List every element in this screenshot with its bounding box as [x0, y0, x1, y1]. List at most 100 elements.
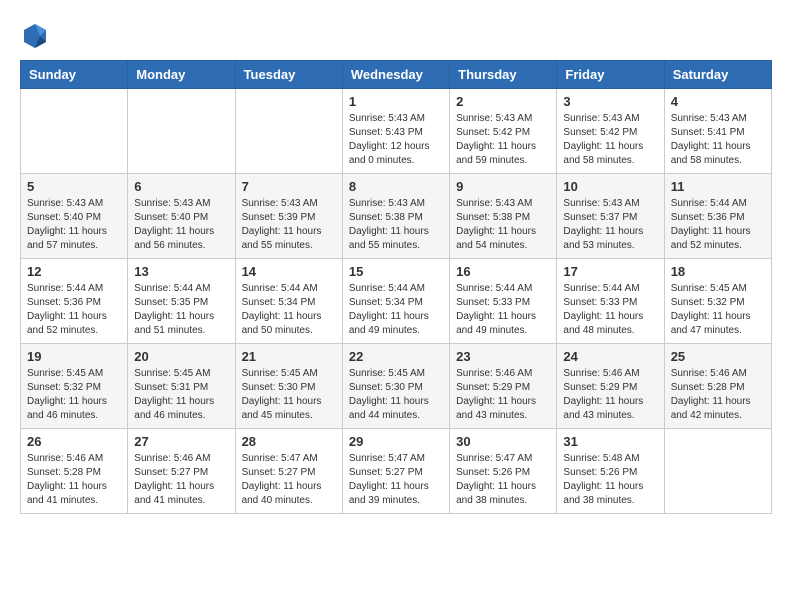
day-info: Sunrise: 5:46 AM Sunset: 5:29 PM Dayligh… — [563, 367, 657, 423]
day-info: Sunrise: 5:43 AM Sunset: 5:43 PM Dayligh… — [349, 112, 443, 168]
day-number: 24 — [563, 349, 657, 364]
calendar-cell — [128, 89, 235, 174]
calendar-cell: 10 Sunrise: 5:43 AM Sunset: 5:37 PM Dayli… — [557, 174, 664, 259]
day-info: Sunrise: 5:43 AM Sunset: 5:40 PM Dayligh… — [27, 197, 121, 253]
day-number: 28 — [242, 434, 336, 449]
calendar-cell: 23 Sunrise: 5:46 AM Sunset: 5:29 PM Dayli… — [450, 344, 557, 429]
calendar-cell: 17 Sunrise: 5:44 AM Sunset: 5:33 PM Dayli… — [557, 259, 664, 344]
day-info: Sunrise: 5:48 AM Sunset: 5:26 PM Dayligh… — [563, 452, 657, 508]
day-info: Sunrise: 5:46 AM Sunset: 5:27 PM Dayligh… — [134, 452, 228, 508]
calendar-cell — [21, 89, 128, 174]
logo-icon — [20, 20, 50, 50]
weekday-header: Tuesday — [235, 61, 342, 89]
calendar-cell: 16 Sunrise: 5:44 AM Sunset: 5:33 PM Dayli… — [450, 259, 557, 344]
weekday-header: Monday — [128, 61, 235, 89]
day-number: 10 — [563, 179, 657, 194]
calendar-week-row: 19Sunrise: 5:45 AM Sunset: 5:32 PM Dayli… — [21, 344, 772, 429]
day-info: Sunrise: 5:44 AM Sunset: 5:36 PM Dayligh… — [671, 197, 765, 253]
calendar-cell: 22Sunrise: 5:45 AM Sunset: 5:30 PM Dayli… — [342, 344, 449, 429]
calendar-cell: 3 Sunrise: 5:43 AM Sunset: 5:42 PM Daylig… — [557, 89, 664, 174]
day-info: Sunrise: 5:44 AM Sunset: 5:33 PM Dayligh… — [456, 282, 550, 338]
day-number: 2 — [456, 94, 550, 109]
day-number: 13 — [134, 264, 228, 279]
calendar-cell: 7 Sunrise: 5:43 AM Sunset: 5:39 PM Daylig… — [235, 174, 342, 259]
day-number: 23 — [456, 349, 550, 364]
day-number: 6 — [134, 179, 228, 194]
day-info: Sunrise: 5:45 AM Sunset: 5:30 PM Dayligh… — [242, 367, 336, 423]
calendar-cell: 4 Sunrise: 5:43 AM Sunset: 5:41 PM Daylig… — [664, 89, 771, 174]
day-info: Sunrise: 5:45 AM Sunset: 5:31 PM Dayligh… — [134, 367, 228, 423]
weekday-header: Wednesday — [342, 61, 449, 89]
day-number: 25 — [671, 349, 765, 364]
weekday-header: Thursday — [450, 61, 557, 89]
calendar-week-row: 5 Sunrise: 5:43 AM Sunset: 5:40 PM Daylig… — [21, 174, 772, 259]
calendar-cell: 14Sunrise: 5:44 AM Sunset: 5:34 PM Dayli… — [235, 259, 342, 344]
day-info: Sunrise: 5:44 AM Sunset: 5:34 PM Dayligh… — [349, 282, 443, 338]
day-number: 12 — [27, 264, 121, 279]
calendar-cell — [235, 89, 342, 174]
day-number: 3 — [563, 94, 657, 109]
calendar-cell: 28Sunrise: 5:47 AM Sunset: 5:27 PM Dayli… — [235, 429, 342, 514]
day-info: Sunrise: 5:43 AM Sunset: 5:38 PM Dayligh… — [456, 197, 550, 253]
calendar-week-row: 26 Sunrise: 5:46 AM Sunset: 5:28 PM Dayli… — [21, 429, 772, 514]
day-number: 16 — [456, 264, 550, 279]
day-info: Sunrise: 5:44 AM Sunset: 5:35 PM Dayligh… — [134, 282, 228, 338]
calendar-cell: 9 Sunrise: 5:43 AM Sunset: 5:38 PM Daylig… — [450, 174, 557, 259]
day-number: 8 — [349, 179, 443, 194]
day-number: 26 — [27, 434, 121, 449]
day-info: Sunrise: 5:43 AM Sunset: 5:39 PM Dayligh… — [242, 197, 336, 253]
day-info: Sunrise: 5:47 AM Sunset: 5:26 PM Dayligh… — [456, 452, 550, 508]
calendar-week-row: 12 Sunrise: 5:44 AM Sunset: 5:36 PM Dayli… — [21, 259, 772, 344]
calendar-cell: 29 Sunrise: 5:47 AM Sunset: 5:27 PM Dayli… — [342, 429, 449, 514]
weekday-header: Sunday — [21, 61, 128, 89]
day-info: Sunrise: 5:43 AM Sunset: 5:42 PM Dayligh… — [563, 112, 657, 168]
calendar-cell: 6 Sunrise: 5:43 AM Sunset: 5:40 PM Daylig… — [128, 174, 235, 259]
day-number: 11 — [671, 179, 765, 194]
day-number: 5 — [27, 179, 121, 194]
day-number: 9 — [456, 179, 550, 194]
day-number: 27 — [134, 434, 228, 449]
calendar-cell: 27 Sunrise: 5:46 AM Sunset: 5:27 PM Dayli… — [128, 429, 235, 514]
day-info: Sunrise: 5:47 AM Sunset: 5:27 PM Dayligh… — [349, 452, 443, 508]
day-info: Sunrise: 5:44 AM Sunset: 5:33 PM Dayligh… — [563, 282, 657, 338]
day-number: 21 — [242, 349, 336, 364]
day-info: Sunrise: 5:43 AM Sunset: 5:37 PM Dayligh… — [563, 197, 657, 253]
calendar-cell: 26 Sunrise: 5:46 AM Sunset: 5:28 PM Dayli… — [21, 429, 128, 514]
day-info: Sunrise: 5:44 AM Sunset: 5:34 PM Dayligh… — [242, 282, 336, 338]
calendar-cell: 25 Sunrise: 5:46 AM Sunset: 5:28 PM Dayli… — [664, 344, 771, 429]
day-info: Sunrise: 5:46 AM Sunset: 5:28 PM Dayligh… — [27, 452, 121, 508]
day-number: 7 — [242, 179, 336, 194]
calendar-cell: 20 Sunrise: 5:45 AM Sunset: 5:31 PM Dayli… — [128, 344, 235, 429]
day-number: 1 — [349, 94, 443, 109]
calendar-week-row: 1 Sunrise: 5:43 AM Sunset: 5:43 PM Daylig… — [21, 89, 772, 174]
day-info: Sunrise: 5:43 AM Sunset: 5:42 PM Dayligh… — [456, 112, 550, 168]
day-info: Sunrise: 5:43 AM Sunset: 5:41 PM Dayligh… — [671, 112, 765, 168]
day-number: 29 — [349, 434, 443, 449]
calendar-table: SundayMondayTuesdayWednesdayThursdayFrid… — [20, 60, 772, 514]
calendar-cell: 2 Sunrise: 5:43 AM Sunset: 5:42 PM Daylig… — [450, 89, 557, 174]
calendar-cell: 8 Sunrise: 5:43 AM Sunset: 5:38 PM Daylig… — [342, 174, 449, 259]
day-info: Sunrise: 5:46 AM Sunset: 5:28 PM Dayligh… — [671, 367, 765, 423]
day-info: Sunrise: 5:43 AM Sunset: 5:40 PM Dayligh… — [134, 197, 228, 253]
day-number: 15 — [349, 264, 443, 279]
day-info: Sunrise: 5:46 AM Sunset: 5:29 PM Dayligh… — [456, 367, 550, 423]
calendar-cell: 18 Sunrise: 5:45 AM Sunset: 5:32 PM Dayli… — [664, 259, 771, 344]
day-number: 30 — [456, 434, 550, 449]
day-info: Sunrise: 5:44 AM Sunset: 5:36 PM Dayligh… — [27, 282, 121, 338]
calendar-cell: 24 Sunrise: 5:46 AM Sunset: 5:29 PM Dayli… — [557, 344, 664, 429]
day-info: Sunrise: 5:43 AM Sunset: 5:38 PM Dayligh… — [349, 197, 443, 253]
calendar-header-row: SundayMondayTuesdayWednesdayThursdayFrid… — [21, 61, 772, 89]
day-info: Sunrise: 5:45 AM Sunset: 5:32 PM Dayligh… — [671, 282, 765, 338]
day-info: Sunrise: 5:45 AM Sunset: 5:30 PM Dayligh… — [349, 367, 443, 423]
day-info: Sunrise: 5:45 AM Sunset: 5:32 PM Dayligh… — [27, 367, 121, 423]
day-number: 17 — [563, 264, 657, 279]
page-header — [20, 20, 772, 50]
calendar-cell: 31Sunrise: 5:48 AM Sunset: 5:26 PM Dayli… — [557, 429, 664, 514]
calendar-cell: 5 Sunrise: 5:43 AM Sunset: 5:40 PM Daylig… — [21, 174, 128, 259]
day-number: 20 — [134, 349, 228, 364]
weekday-header: Saturday — [664, 61, 771, 89]
day-number: 18 — [671, 264, 765, 279]
day-number: 4 — [671, 94, 765, 109]
calendar-cell: 19Sunrise: 5:45 AM Sunset: 5:32 PM Dayli… — [21, 344, 128, 429]
calendar-cell: 15 Sunrise: 5:44 AM Sunset: 5:34 PM Dayli… — [342, 259, 449, 344]
